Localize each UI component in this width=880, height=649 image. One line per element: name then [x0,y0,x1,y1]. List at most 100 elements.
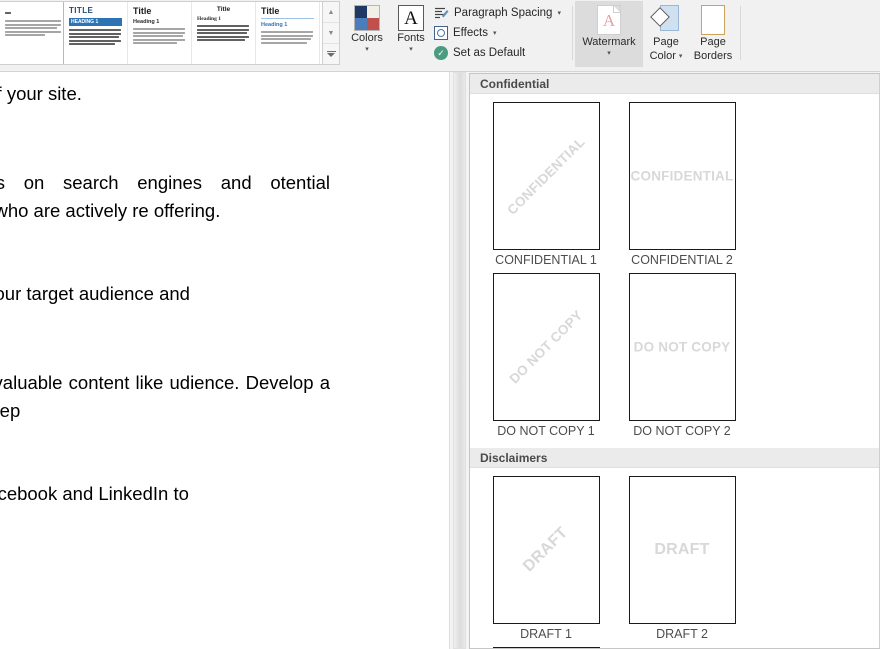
watermark-label: Watermark [582,36,636,48]
theme-card-heading: HEADING 1 [69,18,122,26]
chevron-down-icon[interactable]: ▾ [679,53,683,60]
watermark-preview-text: DRAFT [520,524,572,576]
watermark-preview-text: DO NOT COPY [506,307,586,387]
chevron-down-icon[interactable]: ▾ [365,46,369,53]
theme-card-heading: Heading 1 [261,22,288,28]
document-paragraph: and share valuable content like udience.… [0,371,330,422]
document-paragraph: credibility of your site. [0,83,82,104]
gallery-more-icon[interactable] [323,44,339,64]
page-color-button[interactable]: Page Color ▾ [643,1,689,67]
document-vertical-scrollbar[interactable] [452,72,467,649]
watermark-item-caption: DRAFT 2 [656,627,708,641]
watermark-item-caption: DO NOT COPY 2 [633,424,731,438]
watermark-grid: CONFIDENTIAL CONFIDENTIAL 1 CONFIDENTIAL CO… [470,94,880,448]
theme-card[interactable]: Title Heading 1 [192,2,256,64]
fonts-button-group[interactable]: A Fonts ▾ [390,1,430,67]
watermark-sections: Confidential CONFIDENTIAL CONFIDENTIAL 1 CO… [470,74,880,648]
theme-card-title: TITLE [69,6,94,15]
page-borders-button-group[interactable]: Page Borders [689,1,737,67]
watermark-button[interactable]: A Watermark ▾ [575,1,643,67]
paragraph-spacing-icon [434,6,449,21]
watermark-gallery-item[interactable]: DO NOT COPY DO NOT COPY 1 [478,273,614,438]
theme-card-title: Title [133,6,152,16]
page-borders-button[interactable]: Page Borders [689,1,737,67]
gallery-scroll-up-icon[interactable]: ▲ [323,2,339,23]
set-as-default-label: Set as Default [453,47,526,59]
watermark-icon-letter: A [602,10,616,30]
set-as-default-button[interactable]: ✓ Set as Default [434,43,565,63]
watermark-preview-text: CONFIDENTIAL [630,168,734,184]
theme-card[interactable] [0,2,64,64]
document-text[interactable]: credibility of your site. rgeted ads on … [0,80,330,529]
page-color-label-line2: Color [649,49,676,62]
watermark-item-caption: DRAFT 1 [520,627,572,641]
page-fold-icon [613,6,620,13]
watermark-preview[interactable]: CONFIDENTIAL [492,102,600,250]
chevron-down-icon[interactable]: ▾ [409,46,413,53]
theme-card[interactable]: TITLE HEADING 1 [63,2,129,64]
page-borders-label-line2: Borders [693,49,733,62]
watermark-icon: A [597,5,621,35]
theme-card-heading: Heading 1 [197,16,221,22]
design-small-commands: Paragraph Spacing ▾ Effects ▾ ✓ Set as D… [434,3,565,63]
paragraph-spacing-label: Paragraph Spacing [454,7,553,19]
word-window: TITLE HEADING 1 Title Heading 1 Title He… [0,0,880,649]
watermark-gallery-item[interactable]: CONFIDENTIAL CONFIDENTIAL 2 [614,102,750,267]
page-color-button-group[interactable]: Page Color ▾ [643,1,689,67]
fonts-label: Fonts [397,32,425,44]
colors-button-group[interactable]: Colors ▾ [346,1,390,67]
page-color-label-line1: Page [653,36,679,48]
document-paragraph: rgeted ads on search engines and otentia… [0,171,330,222]
watermark-preview[interactable]: DRAFT [492,476,600,624]
scrollbar-thumb[interactable] [453,72,466,649]
watermark-preview[interactable]: DRAFT [628,476,736,624]
watermark-button-group[interactable]: A Watermark ▾ [575,1,643,67]
themes-gallery-scroll[interactable]: ▲ ▼ [323,1,340,65]
watermark-item-caption: CONFIDENTIAL 1 [495,253,597,267]
watermark-item-caption: DO NOT COPY 1 [497,424,595,438]
document-paragraph: nels like Facebook and LinkedIn to [0,483,189,505]
theme-card[interactable]: Title Heading 1 [128,2,192,64]
color-swatch-icon [354,5,380,31]
watermark-gallery-panel[interactable]: Confidential CONFIDENTIAL CONFIDENTIAL 1 CO… [469,73,880,649]
fonts-a-icon: A [398,5,424,31]
watermark-gallery-item[interactable]: DO NOT COPY DO NOT COPY 2 [614,273,750,438]
watermark-preview[interactable]: DO NOT COPY [628,273,736,421]
divider [261,18,314,19]
check-circle-icon: ✓ [434,46,448,60]
document-paragraph: based on your target audience and [0,283,190,305]
paragraph-spacing-button[interactable]: Paragraph Spacing ▾ [434,3,565,23]
watermark-section-header: Confidential [470,74,880,94]
watermark-preview[interactable]: CONFIDENTIAL [628,102,736,250]
effects-button[interactable]: Effects ▾ [434,23,565,43]
page-color-icon [650,5,679,35]
theme-card-heading: Heading 1 [133,19,160,25]
watermark-preview[interactable]: DO NOT COPY [492,273,600,421]
watermark-section-header: Disclaimers [470,448,880,468]
watermark-gallery-item[interactable]: CONFIDENTIAL CONFIDENTIAL 1 [478,102,614,267]
watermark-gallery-item[interactable]: DRAFT DRAFT 1 [478,476,614,641]
document-page[interactable]: credibility of your site. rgeted ads on … [0,72,450,649]
fonts-button[interactable]: A Fonts ▾ [390,1,432,67]
colors-label: Colors [351,32,383,44]
effects-label: Effects [453,27,488,39]
chevron-down-icon[interactable]: ▾ [607,50,611,57]
ribbon-design-tab: TITLE HEADING 1 Title Heading 1 Title He… [0,0,880,72]
watermark-item-caption: CONFIDENTIAL 2 [631,253,733,267]
theme-card[interactable]: Title Heading 1 [256,2,320,64]
themes-gallery[interactable]: TITLE HEADING 1 Title Heading 1 Title He… [0,1,323,65]
page-borders-label-line1: Page [700,36,726,48]
gallery-scroll-down-icon[interactable]: ▼ [323,23,339,44]
watermark-preview-text: DO NOT COPY [633,339,731,355]
colors-button[interactable]: Colors ▾ [346,1,388,67]
watermark-grid: DRAFTDRAFT 1DRAFTDRAFT 2SAMPLESAMPLE 1 [470,468,880,648]
effects-icon [434,26,448,40]
watermark-preview-text: CONFIDENTIAL [504,134,588,218]
watermark-gallery-item[interactable]: DRAFT DRAFT 2 [614,476,750,641]
watermark-preview-text: DRAFT [654,541,710,558]
chevron-down-icon[interactable]: ▾ [493,29,497,37]
chevron-down-icon[interactable]: ▾ [557,9,561,17]
theme-card-title: Title [261,6,280,16]
theme-card-title: Title [216,6,231,13]
page-borders-icon [701,5,725,35]
